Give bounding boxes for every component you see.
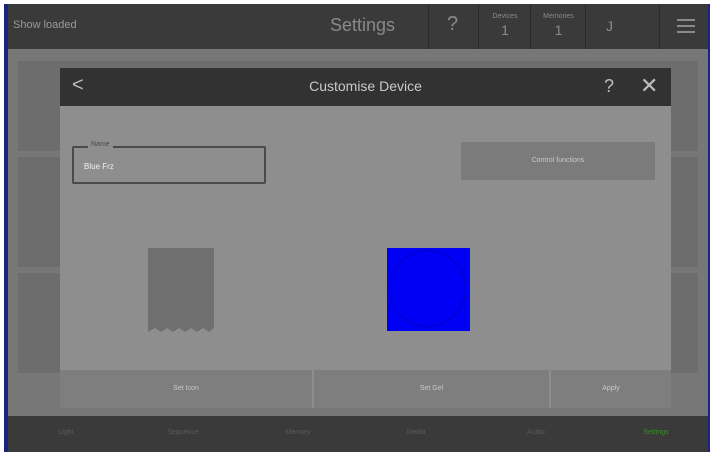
show-status[interactable]: Show loaded <box>13 19 77 31</box>
devices-label: Devices <box>492 13 518 20</box>
name-field-label: Name <box>88 141 113 148</box>
customise-device-dialog: < Customise Device ? ✕ Name Blue Frz Con… <box>60 68 671 408</box>
dialog-header: < Customise Device ? ✕ <box>60 68 671 106</box>
help-icon: ? <box>447 13 459 35</box>
dialog-actions: Set Icon Set Gel Apply <box>60 370 671 408</box>
apply-button[interactable]: Apply <box>551 370 671 408</box>
gel-circle <box>389 250 466 327</box>
set-gel-button[interactable]: Set Gel <box>314 370 549 408</box>
nav-settings[interactable]: Settings <box>626 429 686 436</box>
user-initial: J <box>606 18 613 34</box>
nav-audio[interactable]: Audio <box>506 429 566 436</box>
name-field[interactable]: Name Blue Frz <box>72 141 266 184</box>
devices-button[interactable]: Devices 1 <box>478 4 531 49</box>
memories-label: Memories <box>543 13 574 20</box>
memories-count: 1 <box>554 22 563 38</box>
help-icon[interactable]: ? <box>604 76 614 97</box>
name-field-value[interactable]: Blue Frz <box>84 162 114 171</box>
help-button[interactable]: ? <box>428 4 479 49</box>
dialog-title: Customise Device <box>309 78 422 94</box>
nav-sequence[interactable]: Sequence <box>153 429 213 436</box>
devices-count: 1 <box>501 22 509 38</box>
window-frame: Show loaded Settings ? Devices 1 Memorie… <box>4 4 710 452</box>
nav-light[interactable]: Light <box>36 429 96 436</box>
hamburger-icon <box>677 19 695 33</box>
bottom-navigation: Light Sequence Memory Media Audio Settin… <box>8 416 708 452</box>
fixture-icon[interactable] <box>148 248 214 332</box>
close-icon[interactable]: ✕ <box>640 73 658 99</box>
menu-button[interactable] <box>659 4 708 49</box>
set-icon-button[interactable]: Set Icon <box>60 370 312 408</box>
control-functions-button[interactable]: Control functions <box>461 142 655 180</box>
top-bar: Show loaded Settings ? Devices 1 Memorie… <box>8 4 708 49</box>
app: Show loaded Settings ? Devices 1 Memorie… <box>8 4 708 452</box>
memories-button[interactable]: Memories 1 <box>530 4 586 49</box>
nav-memory[interactable]: Memory <box>268 429 328 436</box>
user-button[interactable]: J <box>585 4 636 49</box>
nav-media[interactable]: Media <box>386 429 446 436</box>
gel-color-swatch[interactable] <box>387 248 470 331</box>
page-title: Settings <box>330 15 396 35</box>
